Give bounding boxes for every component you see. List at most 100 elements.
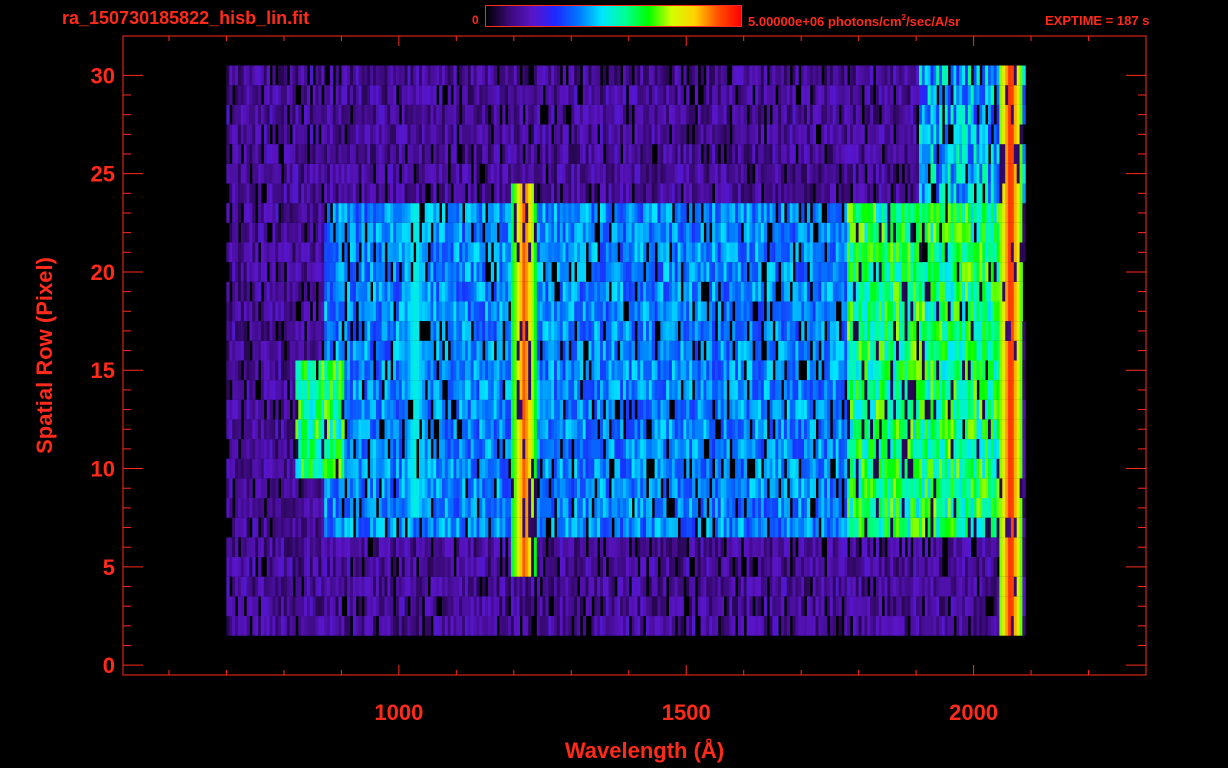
heat-cell [373, 517, 377, 538]
heat-cell [404, 537, 408, 558]
heat-cell [361, 262, 365, 282]
heat-cell [263, 616, 268, 636]
heat-cell [275, 498, 279, 518]
heat-cell [956, 616, 960, 636]
heat-cell [852, 242, 857, 263]
heat-cell [467, 360, 472, 381]
heat-cell [600, 301, 604, 322]
heat-cell [927, 419, 931, 440]
heat-cell [396, 439, 400, 459]
heat-cell [959, 439, 963, 459]
heat-cell [513, 557, 518, 577]
heat-cell [315, 537, 319, 558]
heat-cell [281, 242, 285, 263]
heat-cell [640, 301, 644, 322]
heat-cell [611, 557, 615, 577]
heat-cell [904, 340, 908, 361]
heat-cell [568, 399, 572, 420]
heat-cell [919, 360, 923, 381]
heat-cell [792, 360, 796, 381]
heat-cell [510, 596, 515, 617]
heat-cell [666, 419, 670, 440]
heat-cell [930, 262, 934, 282]
heat-cell [611, 281, 615, 302]
heat-cell [482, 399, 486, 420]
heat-cell [467, 321, 472, 341]
heat-cell [1010, 419, 1015, 440]
heat-cell [510, 399, 515, 420]
heat-cell [556, 616, 561, 636]
heat-cell [459, 360, 463, 381]
heat-cell [272, 537, 276, 558]
heat-cell [608, 242, 612, 263]
heat-cell [852, 537, 857, 558]
heat-cell [858, 557, 862, 577]
heat-cell [513, 596, 518, 617]
heat-cell [536, 419, 541, 440]
heat-cell [775, 262, 779, 282]
heat-cell [577, 360, 581, 381]
heat-cell [916, 576, 920, 597]
heat-cell [459, 458, 463, 479]
heat-cell [447, 242, 451, 263]
heat-cell [772, 576, 776, 597]
heat-cell [700, 616, 704, 636]
heat-cell [818, 419, 822, 440]
heat-cell [559, 419, 564, 440]
heat-cell [979, 616, 983, 636]
heat-cell [235, 439, 239, 459]
heat-cell [246, 340, 250, 361]
heat-cell [864, 557, 868, 577]
heat-cell [321, 380, 325, 400]
heat-cell [999, 576, 1003, 597]
heat-cell [706, 321, 710, 341]
heat-cell [243, 301, 247, 322]
heat-cell [327, 321, 331, 341]
heat-cell [806, 321, 811, 341]
heat-cell [907, 281, 911, 302]
heat-cell [232, 262, 236, 282]
heat-cell [939, 399, 943, 420]
heat-cell [306, 616, 311, 636]
heat-cell [528, 458, 532, 479]
heat-cell [723, 340, 727, 361]
heat-cell [281, 596, 285, 617]
heat-cell [982, 478, 986, 499]
heat-cell [732, 242, 736, 263]
heat-cell [847, 517, 851, 538]
heat-cell [565, 557, 569, 577]
heat-cell [513, 439, 518, 459]
heat-cell [884, 498, 888, 518]
heat-cell [473, 478, 477, 499]
heat-cell [1002, 380, 1006, 400]
heat-cell [766, 439, 770, 459]
heat-cell [651, 399, 655, 420]
spectrum-chart: 1000 1500 2000 051015202530 Wavelength (Å)… [32, 35, 1147, 763]
heat-cell [1005, 498, 1009, 518]
heat-cell [602, 616, 607, 636]
heat-cell [473, 281, 477, 302]
heat-cell [556, 262, 561, 282]
heat-cell [283, 498, 288, 518]
heat-cell [775, 242, 779, 263]
heat-cell [985, 517, 989, 538]
heat-cell [717, 380, 722, 400]
heat-cell [510, 458, 515, 479]
heat-cell [927, 458, 931, 479]
heat-cell [1022, 557, 1026, 577]
heat-cell [384, 557, 388, 577]
heat-cell [401, 242, 405, 263]
heat-cell [930, 399, 934, 420]
heat-cell [709, 262, 713, 282]
heat-cell [717, 439, 722, 459]
heat-cell [993, 301, 997, 322]
heat-cell [473, 340, 477, 361]
heat-cell [536, 281, 541, 302]
heat-cell [677, 596, 681, 617]
heat-cell [669, 537, 673, 558]
heat-cell [737, 596, 742, 617]
heat-cell [249, 576, 253, 597]
heat-cell [499, 458, 503, 479]
heat-cell [499, 478, 503, 499]
heat-cell [858, 616, 862, 636]
